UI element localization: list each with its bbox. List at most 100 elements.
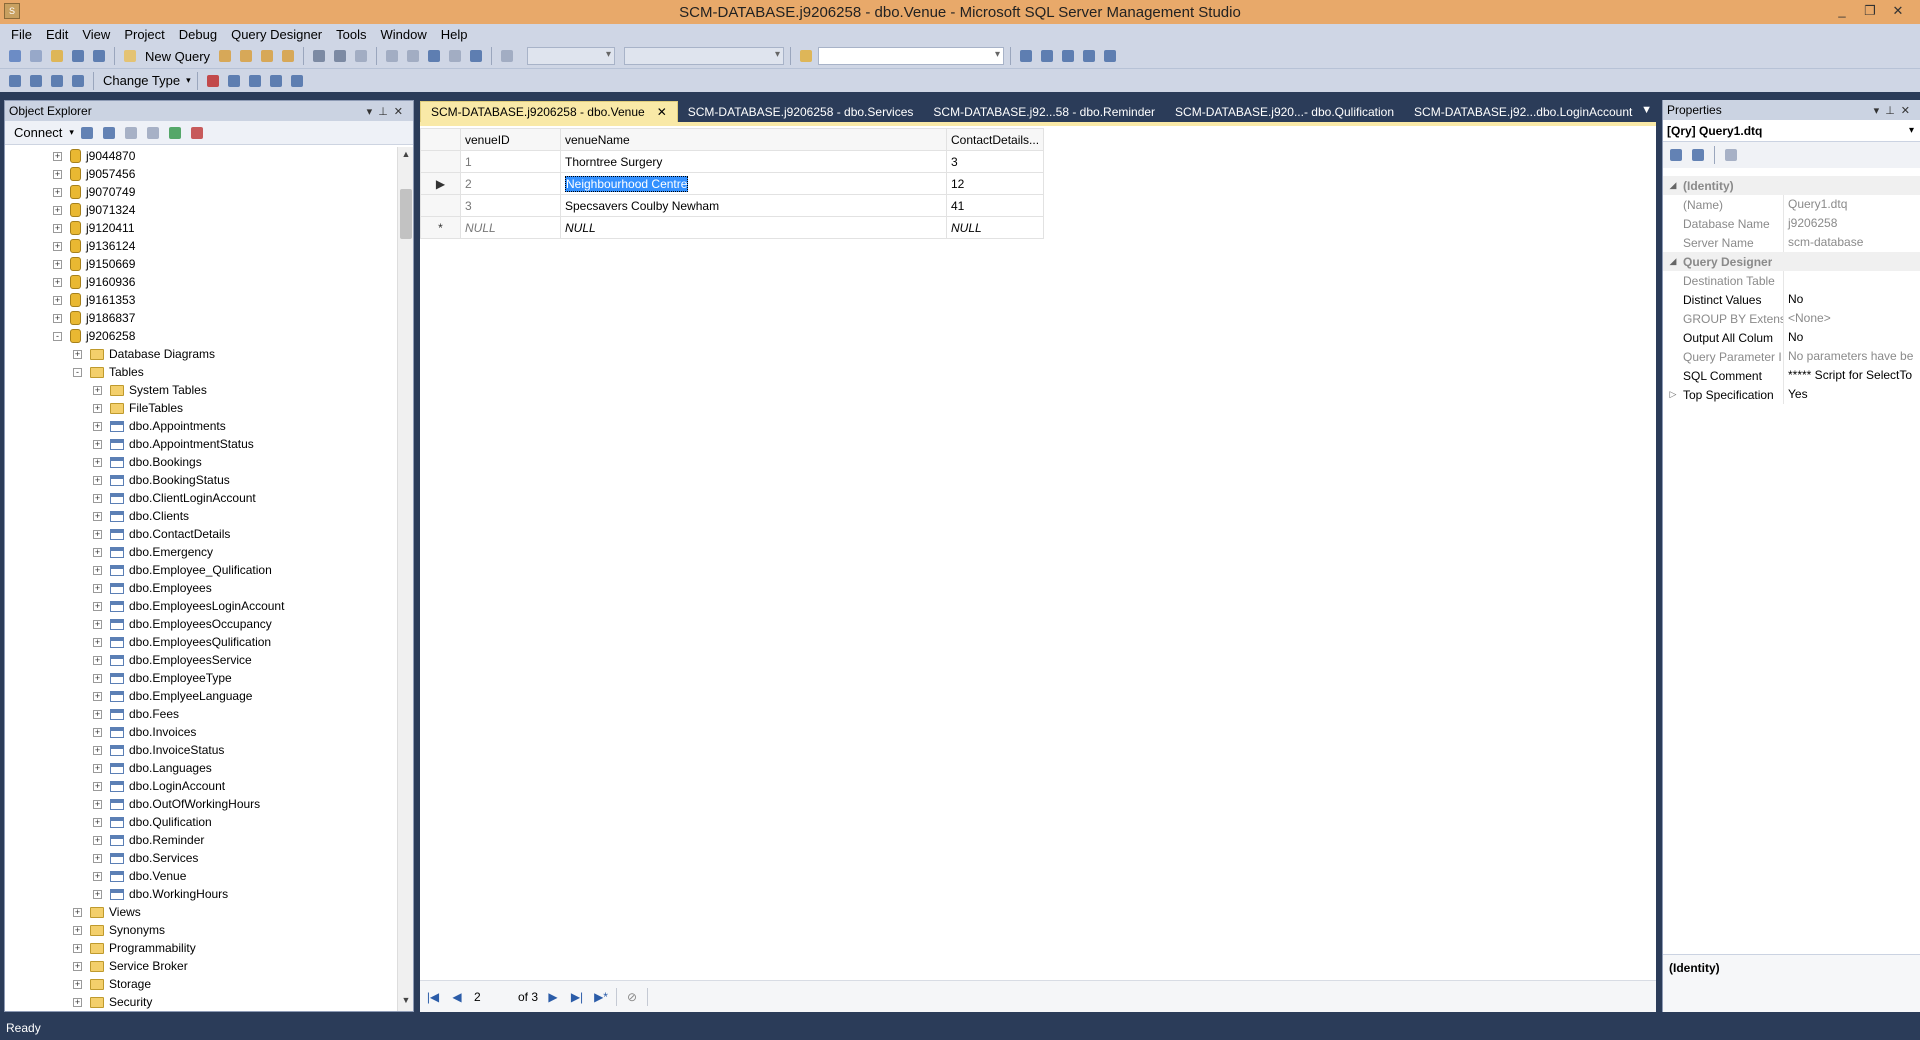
property-value[interactable]: Yes [1783, 385, 1920, 404]
refresh-icon[interactable] [166, 124, 184, 142]
tree-node[interactable]: + dbo.ClientLoginAccount [93, 489, 256, 507]
column-header[interactable]: venueID [460, 128, 561, 151]
tree-node[interactable]: + dbo.Bookings [93, 453, 202, 471]
expand-icon[interactable]: + [93, 799, 102, 809]
expand-icon[interactable]: + [73, 907, 82, 917]
row-selector[interactable]: ▶ [420, 172, 461, 195]
tree-node[interactable]: + Programmability [73, 939, 196, 957]
group-by-icon[interactable] [246, 72, 264, 90]
add-new-derived-table-icon[interactable] [288, 72, 306, 90]
property-row[interactable]: (Name) Query1.dtq [1663, 195, 1920, 214]
object-explorer-icon[interactable] [1038, 47, 1056, 65]
chevron-down-icon[interactable]: ▾ [186, 75, 191, 86]
menu-query-designer[interactable]: Query Designer [224, 27, 329, 42]
grid-cell[interactable]: 1 [460, 150, 561, 173]
table-row[interactable]: 1 Thorntree Surgery 3 [420, 150, 1045, 173]
find-in-files-icon[interactable] [797, 47, 815, 65]
expand-icon[interactable]: + [53, 151, 62, 161]
column-header[interactable]: ContactDetails... [945, 128, 1045, 151]
properties-object-selector[interactable]: [Qry] Query1.dtq [1663, 120, 1920, 142]
connect-button[interactable]: Connect [11, 125, 65, 140]
property-row[interactable]: Query Parameter I No parameters have be [1663, 347, 1920, 366]
tree-node[interactable]: + dbo.Languages [93, 759, 212, 777]
grid-cell[interactable]: 2 [460, 172, 561, 195]
expand-icon[interactable]: + [73, 997, 82, 1007]
solution-platform-combo[interactable] [624, 47, 785, 65]
tree-node[interactable]: + Service Broker [73, 957, 188, 975]
show-results-pane-icon[interactable] [69, 72, 87, 90]
show-diagram-pane-icon[interactable] [6, 72, 24, 90]
expand-icon[interactable]: + [93, 511, 102, 521]
show-criteria-pane-icon[interactable] [27, 72, 45, 90]
find-combo[interactable] [818, 47, 1005, 65]
expand-icon[interactable]: + [93, 529, 102, 539]
grid-cell[interactable]: 3 [460, 194, 561, 217]
next-record-icon[interactable]: ▶ [544, 990, 562, 1004]
panel-controls[interactable]: ▾⊥✕ [367, 105, 413, 118]
tree-node[interactable]: + dbo.Fees [93, 705, 179, 723]
tree-node[interactable]: + dbo.EmployeesLoginAccount [93, 597, 284, 615]
expand-icon[interactable]: + [93, 475, 102, 485]
tree-node[interactable]: + dbo.WorkingHours [93, 885, 228, 903]
scroll-down-icon[interactable]: ▼ [398, 995, 414, 1009]
add-table-icon[interactable] [267, 72, 285, 90]
row-selector[interactable]: * [420, 216, 461, 239]
row-selector-header[interactable] [420, 128, 461, 151]
expand-icon[interactable]: + [93, 601, 102, 611]
scroll-up-icon[interactable]: ▲ [398, 149, 414, 163]
table-row[interactable]: ▶ 2 Neighbourhood Centre 12 [420, 172, 1045, 195]
row-selector[interactable] [420, 194, 461, 217]
tree-node[interactable]: + System Tables [93, 381, 207, 399]
property-value[interactable]: No [1783, 328, 1920, 347]
grid-cell[interactable]: 3 [945, 150, 1045, 173]
expand-icon[interactable]: + [53, 241, 62, 251]
close-button[interactable]: ✕ [1884, 2, 1912, 22]
current-record-input[interactable] [472, 987, 512, 1006]
verify-sql-icon[interactable] [225, 72, 243, 90]
tree-node[interactable]: - j9206258 [53, 327, 135, 345]
grid-cell[interactable]: 12 [945, 172, 1045, 195]
document-tab[interactable]: SCM-DATABASE.j92...dbo.LoginAccount [1404, 101, 1642, 122]
tree-node[interactable]: + Storage [73, 975, 151, 993]
property-row[interactable]: GROUP BY Extensi <None> [1663, 309, 1920, 328]
expand-icon[interactable]: + [73, 349, 82, 359]
tree-node[interactable]: + dbo.Employee_Qulification [93, 561, 272, 579]
tree-node[interactable]: + dbo.EmployeeType [93, 669, 232, 687]
minimize-button[interactable]: _ [1828, 2, 1856, 22]
toolbar-options-icon[interactable] [1101, 47, 1119, 65]
expand-icon[interactable]: + [73, 961, 82, 971]
tree-node[interactable]: - Tables [73, 363, 144, 381]
property-pages-icon[interactable] [1722, 146, 1740, 164]
expand-icon[interactable]: + [73, 979, 82, 989]
new-project-icon[interactable] [6, 47, 24, 65]
solution-config-combo[interactable] [527, 47, 616, 65]
expand-icon[interactable]: + [93, 403, 102, 413]
grid-cell[interactable]: NULL [945, 216, 1045, 239]
new-record-icon[interactable]: ▶* [592, 990, 610, 1004]
tree-node[interactable]: + Views [73, 903, 141, 921]
tree-node[interactable]: + dbo.Clients [93, 507, 189, 525]
grid-cell[interactable]: Neighbourhood Centre [560, 172, 947, 195]
property-value[interactable] [1783, 271, 1920, 290]
panel-controls[interactable]: ▾⊥✕ [1874, 104, 1920, 117]
tree-node[interactable]: + j9070749 [53, 183, 135, 201]
expand-icon[interactable]: + [53, 223, 62, 233]
expand-icon[interactable]: + [93, 781, 102, 791]
tree-node[interactable]: + dbo.BookingStatus [93, 471, 230, 489]
navigate-forward-icon[interactable] [446, 47, 464, 65]
save-all-icon[interactable] [90, 47, 108, 65]
disconnect-icon[interactable] [100, 124, 118, 142]
expand-icon[interactable]: + [93, 817, 102, 827]
last-record-icon[interactable]: ▶| [568, 990, 586, 1004]
new-query-icon[interactable] [121, 47, 139, 65]
menu-tools[interactable]: Tools [329, 27, 373, 42]
activity-monitor-icon[interactable] [467, 47, 485, 65]
tree-scrollbar[interactable]: ▲ ▼ [397, 147, 413, 1011]
expand-icon[interactable]: + [93, 565, 102, 575]
grid-cell[interactable]: Thorntree Surgery [560, 150, 947, 173]
property-row[interactable]: Destination Table [1663, 271, 1920, 290]
tree-node[interactable]: + dbo.Qulification [93, 813, 212, 831]
property-row[interactable]: ◢ (Identity) [1663, 176, 1920, 195]
show-sql-pane-icon[interactable] [48, 72, 66, 90]
expand-icon[interactable]: + [93, 547, 102, 557]
